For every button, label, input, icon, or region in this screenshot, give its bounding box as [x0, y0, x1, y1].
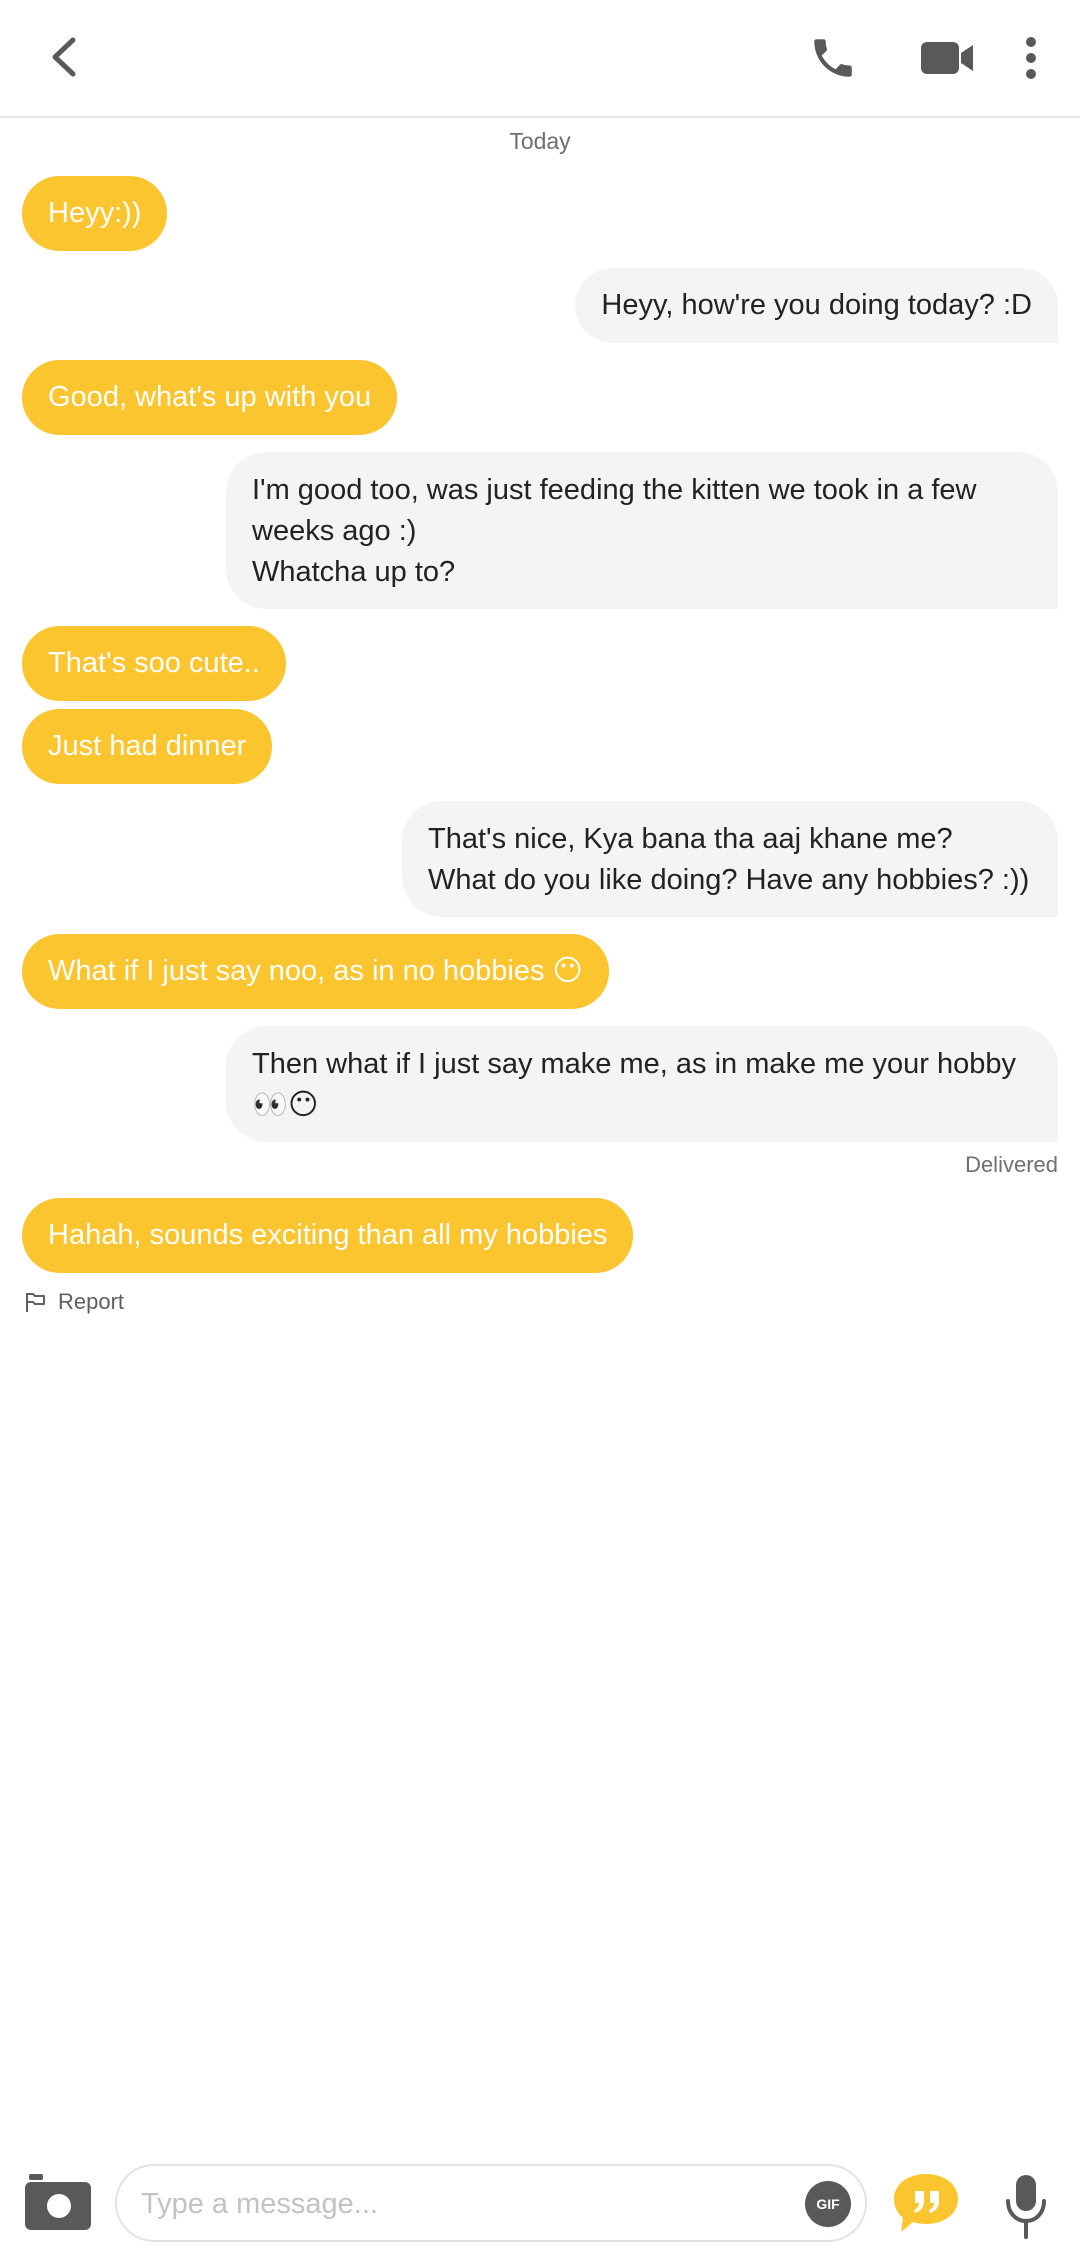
message-input[interactable]: [141, 2176, 781, 2232]
incoming-message[interactable]: What if I just say noo, as in no hobbies…: [22, 934, 609, 1009]
opening-moves-button[interactable]: [890, 2168, 962, 2238]
chat-screen: Today Heyy:)) Heyy, how're you doing tod…: [0, 0, 1080, 2255]
back-arrow-icon: [52, 37, 76, 77]
video-call-button[interactable]: [905, 20, 991, 96]
video-camera-icon: [921, 42, 973, 74]
back-button[interactable]: [28, 22, 98, 92]
more-vertical-icon: [1026, 37, 1036, 79]
delivery-status: Delivered: [965, 1152, 1058, 1177]
date-separator: Today: [509, 128, 571, 154]
outgoing-message[interactable]: Heyy, how're you doing today? :D: [575, 268, 1058, 343]
phone-icon: [814, 39, 852, 77]
outgoing-message[interactable]: That's nice, Kya bana tha aaj khane me? …: [402, 801, 1058, 917]
microphone-icon: [1006, 2175, 1046, 2239]
voice-message-button[interactable]: [995, 2168, 1057, 2244]
incoming-message[interactable]: That's soo cute..: [22, 626, 286, 701]
flag-icon: [26, 1293, 45, 1312]
incoming-message[interactable]: Heyy:)): [22, 176, 168, 251]
incoming-message[interactable]: Good, what's up with you: [22, 360, 398, 435]
voice-call-button[interactable]: [795, 20, 871, 96]
incoming-message[interactable]: Just had dinner: [22, 709, 273, 784]
top-bar: [0, 0, 1080, 118]
more-options-button[interactable]: [1010, 20, 1052, 96]
report-button[interactable]: Report: [24, 1287, 124, 1317]
outgoing-message[interactable]: I'm good too, was just feeding the kitte…: [226, 452, 1058, 609]
outgoing-message[interactable]: Then what if I just say make me, as in m…: [226, 1026, 1058, 1142]
message-input-container: GIF: [115, 2164, 867, 2242]
report-label: Report: [58, 1289, 125, 1314]
camera-button[interactable]: [22, 2172, 94, 2232]
gif-button[interactable]: GIF: [805, 2181, 851, 2227]
composer-bar: GIF: [0, 2150, 1080, 2255]
incoming-message[interactable]: Hahah, sounds exciting than all my hobbi…: [22, 1198, 634, 1273]
quote-icon: [894, 2174, 958, 2232]
camera-icon: [25, 2174, 91, 2230]
